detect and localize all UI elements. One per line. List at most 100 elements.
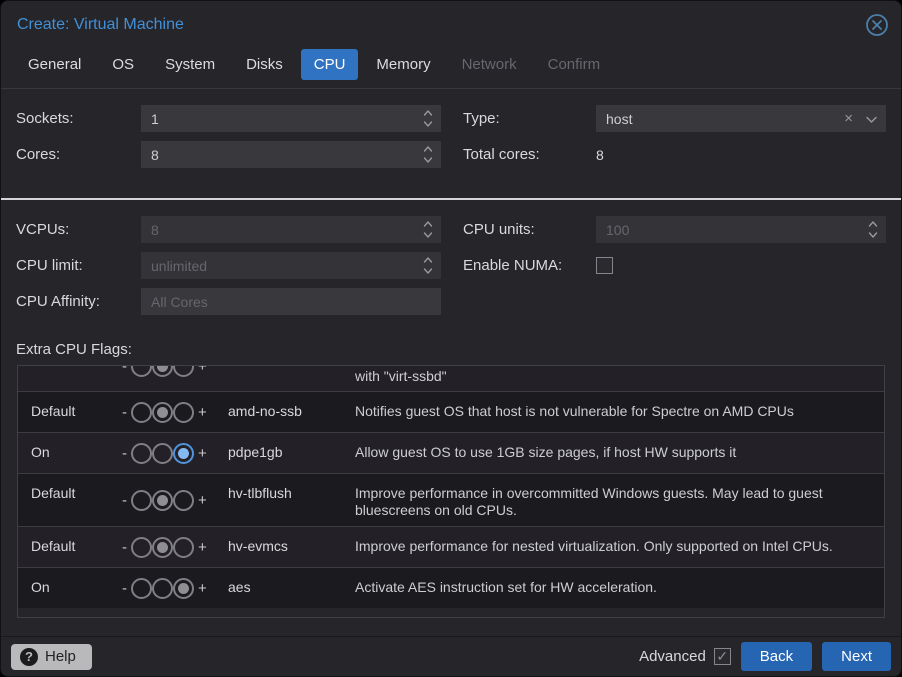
flag-row-aes[interactable]: On - + aes Activate AES instruction set … xyxy=(18,567,884,608)
flag-slider[interactable]: - + xyxy=(118,578,211,599)
spinner-up-down-icon xyxy=(422,218,434,244)
cpu-affinity-input[interactable] xyxy=(141,288,441,315)
type-row: Type: × xyxy=(463,105,886,132)
spinner-up-down-icon[interactable] xyxy=(422,107,434,133)
slider-default-circle[interactable] xyxy=(152,537,173,558)
tab-cpu[interactable]: CPU xyxy=(301,49,359,80)
total-cores-value: 8 xyxy=(596,147,604,163)
advanced-label: Advanced xyxy=(639,648,706,665)
flag-name: hv-tlbflush xyxy=(228,474,355,526)
slider-on-circle[interactable] xyxy=(173,578,194,599)
tab-os[interactable]: OS xyxy=(99,49,147,80)
cpu-affinity-field[interactable] xyxy=(141,288,441,315)
slider-off-circle[interactable] xyxy=(131,365,152,377)
slider-plus[interactable]: + xyxy=(194,445,211,462)
cpu-units-row: CPU units: xyxy=(463,216,886,243)
cpu-panel: Sockets: Cores: xyxy=(1,89,901,636)
slider-off-circle[interactable] xyxy=(131,443,152,464)
flag-name: hv-evmcs xyxy=(228,527,355,567)
cpu-flags-table: - + with "virt-ssbd" Default - xyxy=(17,365,885,618)
slider-on-circle[interactable] xyxy=(173,365,194,377)
slider-default-circle[interactable] xyxy=(152,443,173,464)
slider-minus[interactable]: - xyxy=(118,365,131,375)
slider-off-circle[interactable] xyxy=(131,490,152,511)
total-cores-label: Total cores: xyxy=(463,146,596,163)
cpu-units-input xyxy=(596,216,886,243)
vcpus-stepper xyxy=(141,216,441,243)
next-button[interactable]: Next xyxy=(822,642,891,671)
flag-slider[interactable]: - + xyxy=(118,402,211,423)
vcpus-input xyxy=(141,216,441,243)
tab-memory[interactable]: Memory xyxy=(363,49,443,80)
type-input[interactable] xyxy=(596,105,886,132)
advanced-checkbox[interactable]: ✓ xyxy=(714,648,731,665)
cpu-limit-label: CPU limit: xyxy=(16,257,141,274)
sockets-row: Sockets: xyxy=(16,105,441,132)
flag-slider[interactable]: - + xyxy=(118,490,211,511)
tab-general[interactable]: General xyxy=(15,49,94,80)
cores-input[interactable] xyxy=(141,141,441,168)
type-combo[interactable]: × xyxy=(596,105,886,132)
spinner-up-down-icon xyxy=(867,218,879,244)
flag-slider[interactable]: - + xyxy=(118,365,211,377)
slider-minus[interactable]: - xyxy=(118,445,131,462)
wizard-tabs: General OS System Disks CPU Memory Netwo… xyxy=(1,49,901,89)
flag-slider[interactable]: - + xyxy=(118,537,211,558)
clear-icon[interactable]: × xyxy=(844,110,853,127)
flag-name: amd-no-ssb xyxy=(228,392,355,432)
flag-slider[interactable]: - + xyxy=(118,443,211,464)
slider-on-circle[interactable] xyxy=(173,490,194,511)
enable-numa-label: Enable NUMA: xyxy=(463,257,596,274)
slider-off-circle[interactable] xyxy=(131,578,152,599)
chevron-down-icon[interactable] xyxy=(865,111,878,127)
section-divider xyxy=(1,198,901,200)
tab-system[interactable]: System xyxy=(152,49,228,80)
flag-description: Improve performance in overcommitted Win… xyxy=(355,474,884,526)
dialog-footer: ? Help Advanced ✓ Back Next xyxy=(1,636,901,676)
slider-plus[interactable]: + xyxy=(194,492,211,509)
flag-state: Default xyxy=(18,392,118,432)
slider-off-circle[interactable] xyxy=(131,537,152,558)
cpu-affinity-row: CPU Affinity: xyxy=(16,288,441,315)
enable-numa-row: Enable NUMA: xyxy=(463,252,886,279)
checkmark-icon: ✓ xyxy=(716,648,728,665)
flag-name: pdpe1gb xyxy=(228,433,355,473)
slider-minus[interactable]: - xyxy=(118,580,131,597)
flag-row-pdpe1gb[interactable]: On - + pdpe1gb Allow guest OS to use 1GB… xyxy=(18,432,884,473)
slider-plus[interactable]: + xyxy=(194,580,211,597)
flag-row-hv-evmcs[interactable]: Default - + hv-evmcs Improve performance… xyxy=(18,526,884,567)
sockets-stepper[interactable] xyxy=(141,105,441,132)
cpu-limit-row: CPU limit: xyxy=(16,252,441,279)
slider-default-circle[interactable] xyxy=(152,578,173,599)
slider-plus[interactable]: + xyxy=(194,539,211,556)
cores-row: Cores: xyxy=(16,141,441,168)
slider-minus[interactable]: - xyxy=(118,492,131,509)
slider-default-circle[interactable] xyxy=(152,490,173,511)
slider-plus[interactable]: + xyxy=(194,365,211,375)
dialog-titlebar: Create: Virtual Machine xyxy=(1,1,901,49)
cores-stepper[interactable] xyxy=(141,141,441,168)
slider-on-circle[interactable] xyxy=(173,537,194,558)
close-icon[interactable] xyxy=(865,13,889,37)
slider-default-circle[interactable] xyxy=(152,365,173,377)
slider-minus[interactable]: - xyxy=(118,404,131,421)
flag-row-ssbd-partial[interactable]: - + with "virt-ssbd" xyxy=(18,365,884,391)
tab-disks[interactable]: Disks xyxy=(233,49,296,80)
slider-off-circle[interactable] xyxy=(131,402,152,423)
cpu-affinity-label: CPU Affinity: xyxy=(16,293,141,310)
cpu-units-stepper xyxy=(596,216,886,243)
sockets-input[interactable] xyxy=(141,105,441,132)
slider-plus[interactable]: + xyxy=(194,404,211,421)
slider-on-circle[interactable] xyxy=(173,443,194,464)
slider-minus[interactable]: - xyxy=(118,539,131,556)
flag-row-hv-tlbflush[interactable]: Default - + hv-tlbflush Improve performa… xyxy=(18,473,884,526)
flag-description: with "virt-ssbd" xyxy=(355,365,884,391)
slider-on-circle[interactable] xyxy=(173,402,194,423)
slider-default-circle[interactable] xyxy=(152,402,173,423)
spinner-up-down-icon[interactable] xyxy=(422,143,434,169)
flag-row-amd-no-ssb[interactable]: Default - + amd-no-ssb Notifies guest OS… xyxy=(18,391,884,432)
sockets-label: Sockets: xyxy=(16,110,141,127)
enable-numa-checkbox[interactable] xyxy=(596,257,613,274)
back-button[interactable]: Back xyxy=(741,642,812,671)
help-button[interactable]: ? Help xyxy=(11,644,92,670)
